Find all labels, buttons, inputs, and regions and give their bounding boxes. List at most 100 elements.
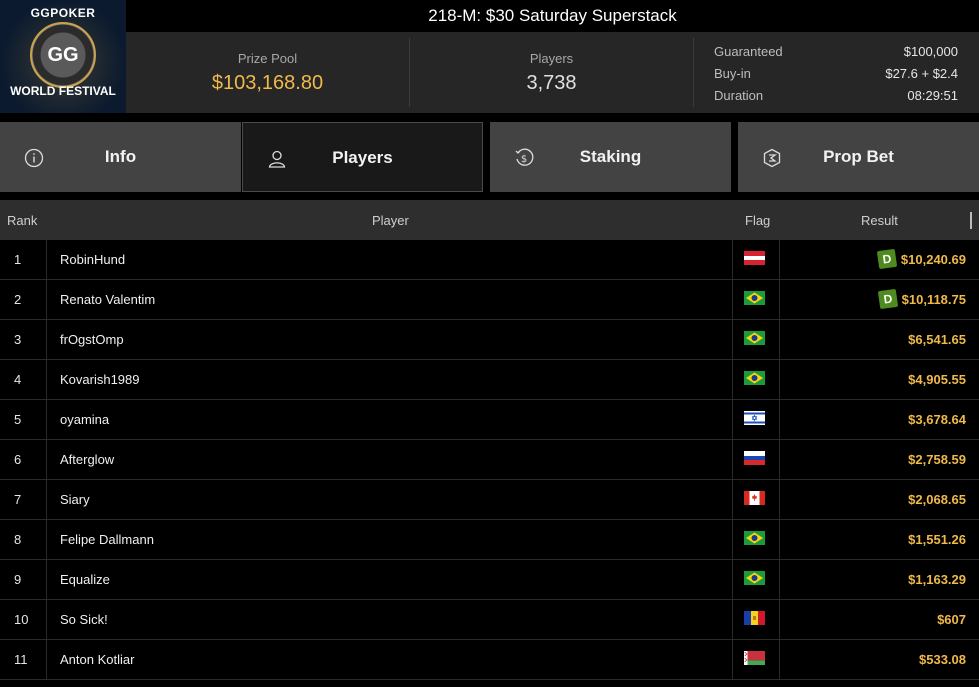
result-amount: $2,758.59 xyxy=(908,452,966,467)
result-cell: $3,678.64 xyxy=(780,400,979,439)
rank-cell: 1 xyxy=(0,240,47,279)
table-row[interactable]: 10 So Sick! $607 xyxy=(0,600,979,640)
result-amount: $1,551.26 xyxy=(908,532,966,547)
tab-label: Prop Bet xyxy=(823,147,894,166)
tab-players[interactable]: Players xyxy=(242,122,483,192)
table-row[interactable]: 5 oyamina $3,678.64 xyxy=(0,400,979,440)
tab-prop-bet[interactable]: Prop Bet xyxy=(738,122,979,192)
player-name-cell: Kovarish1989 xyxy=(47,360,733,399)
russia-flag-icon xyxy=(744,451,765,465)
user-icon xyxy=(268,150,286,168)
rank-cell: 9 xyxy=(0,560,47,599)
result-amount: $10,118.75 xyxy=(901,292,966,307)
result-cell: $4,905.55 xyxy=(780,360,979,399)
player-name-cell: Felipe Dallmann xyxy=(47,520,733,559)
result-cell: $1,163.29 xyxy=(780,560,979,599)
result-amount: $4,905.55 xyxy=(908,372,966,387)
flag-cell xyxy=(733,600,780,639)
result-amount: $533.08 xyxy=(919,652,966,667)
detail-key: Guaranteed xyxy=(714,44,783,59)
flag-cell xyxy=(733,280,780,319)
flag-cell xyxy=(733,640,780,679)
result-amount: $10,240.69 xyxy=(900,252,966,267)
deal-badge-icon: D xyxy=(876,248,898,269)
staking-dollar-icon: $ xyxy=(515,148,534,166)
result-cell: D $10,240.69 xyxy=(780,240,979,279)
canada-flag-icon xyxy=(744,491,765,505)
player-name-cell: Afterglow xyxy=(47,440,733,479)
result-amount: $6,541.65 xyxy=(908,332,966,347)
detail-value: 08:29:51 xyxy=(907,88,958,103)
column-header-player[interactable]: Player xyxy=(372,213,409,228)
result-cell: $533.08 xyxy=(780,640,979,679)
table-row[interactable]: 11 Anton Kotliar $533.08 xyxy=(0,640,979,680)
logo-top-text: GGPOKER xyxy=(30,6,96,20)
brazil-flag-icon xyxy=(744,371,765,385)
detail-value: $100,000 xyxy=(903,44,958,59)
player-name-cell: So Sick! xyxy=(47,600,733,639)
players-label: Players xyxy=(529,51,574,66)
tab-info[interactable]: Info xyxy=(0,122,241,192)
table-row[interactable]: 9 Equalize $1,163.29 xyxy=(0,560,979,600)
detail-key: Buy-in xyxy=(714,66,751,81)
table-row[interactable]: 3 frOgstOmp $6,541.65 xyxy=(0,320,979,360)
player-name-cell: Siary xyxy=(47,480,733,519)
player-name-cell: frOgstOmp xyxy=(47,320,733,359)
result-cell: $1,551.26 xyxy=(780,520,979,559)
result-amount: $1,163.29 xyxy=(908,572,966,587)
player-name-cell: Renato Valentim xyxy=(47,280,733,319)
result-amount: $2,068.65 xyxy=(908,492,966,507)
israel-flag-icon xyxy=(744,411,765,425)
column-header-rank[interactable]: Rank xyxy=(7,213,37,228)
flag-cell xyxy=(733,520,780,559)
table-row[interactable]: 8 Felipe Dallmann $1,551.26 xyxy=(0,520,979,560)
rank-cell: 8 xyxy=(0,520,47,559)
table-row[interactable]: 7 Siary $2,068.65 xyxy=(0,480,979,520)
svg-text:$: $ xyxy=(521,154,527,165)
brazil-flag-icon xyxy=(744,531,765,545)
logo-bottom-text: WORLD FESTIVAL xyxy=(10,84,116,98)
result-cell: $607 xyxy=(780,600,979,639)
column-header-flag[interactable]: Flag xyxy=(745,213,770,228)
info-circle-icon xyxy=(24,148,44,168)
flag-cell xyxy=(733,400,780,439)
stats-divider xyxy=(693,38,694,107)
austria-flag-icon xyxy=(744,251,765,265)
tournament-details: Guaranteed $100,000 Buy-in $27.6 + $2.4 … xyxy=(714,42,958,108)
table-row[interactable]: 6 Afterglow $2,758.59 xyxy=(0,440,979,480)
results-table-header: Rank Player Flag Result xyxy=(0,200,979,240)
flag-cell xyxy=(733,480,780,519)
tournament-title: 218-M: $30 Saturday Superstack xyxy=(126,0,979,32)
table-row[interactable]: 2 Renato Valentim D $10,118.75 xyxy=(0,280,979,320)
tab-label: Players xyxy=(332,148,393,167)
rank-cell: 3 xyxy=(0,320,47,359)
tab-staking[interactable]: $ Staking xyxy=(490,122,731,192)
detail-row-guaranteed: Guaranteed $100,000 xyxy=(714,42,958,64)
result-amount: $3,678.64 xyxy=(908,412,966,427)
column-resize-handle[interactable] xyxy=(970,212,972,229)
logo-gg-mark: GG xyxy=(47,44,79,66)
prize-pool-label: Prize Pool xyxy=(237,51,298,66)
prize-pool-stat: Prize Pool $103,168.80 xyxy=(126,32,409,113)
tournament-stats-bar: Prize Pool $103,168.80 Players 3,738 Gua… xyxy=(126,32,979,113)
column-header-result[interactable]: Result xyxy=(861,213,898,228)
brazil-flag-icon xyxy=(744,331,765,345)
rank-cell: 2 xyxy=(0,280,47,319)
rank-cell: 4 xyxy=(0,360,47,399)
prop-bet-icon xyxy=(763,148,781,168)
player-name-cell: oyamina xyxy=(47,400,733,439)
rank-cell: 10 xyxy=(0,600,47,639)
tab-label: Staking xyxy=(579,147,642,166)
deal-badge-icon: D xyxy=(877,288,898,309)
result-cell: D $10,118.75 xyxy=(780,280,979,319)
table-row[interactable]: 4 Kovarish1989 $4,905.55 xyxy=(0,360,979,400)
rank-cell: 11 xyxy=(0,640,47,679)
rank-cell: 7 xyxy=(0,480,47,519)
rank-cell: 5 xyxy=(0,400,47,439)
detail-row-duration: Duration 08:29:51 xyxy=(714,86,958,108)
flag-cell xyxy=(733,440,780,479)
table-row[interactable]: 1 RobinHund D $10,240.69 xyxy=(0,240,979,280)
detail-row-buy-in: Buy-in $27.6 + $2.4 xyxy=(714,64,958,86)
result-cell: $2,758.59 xyxy=(780,440,979,479)
result-amount: $607 xyxy=(937,612,966,627)
